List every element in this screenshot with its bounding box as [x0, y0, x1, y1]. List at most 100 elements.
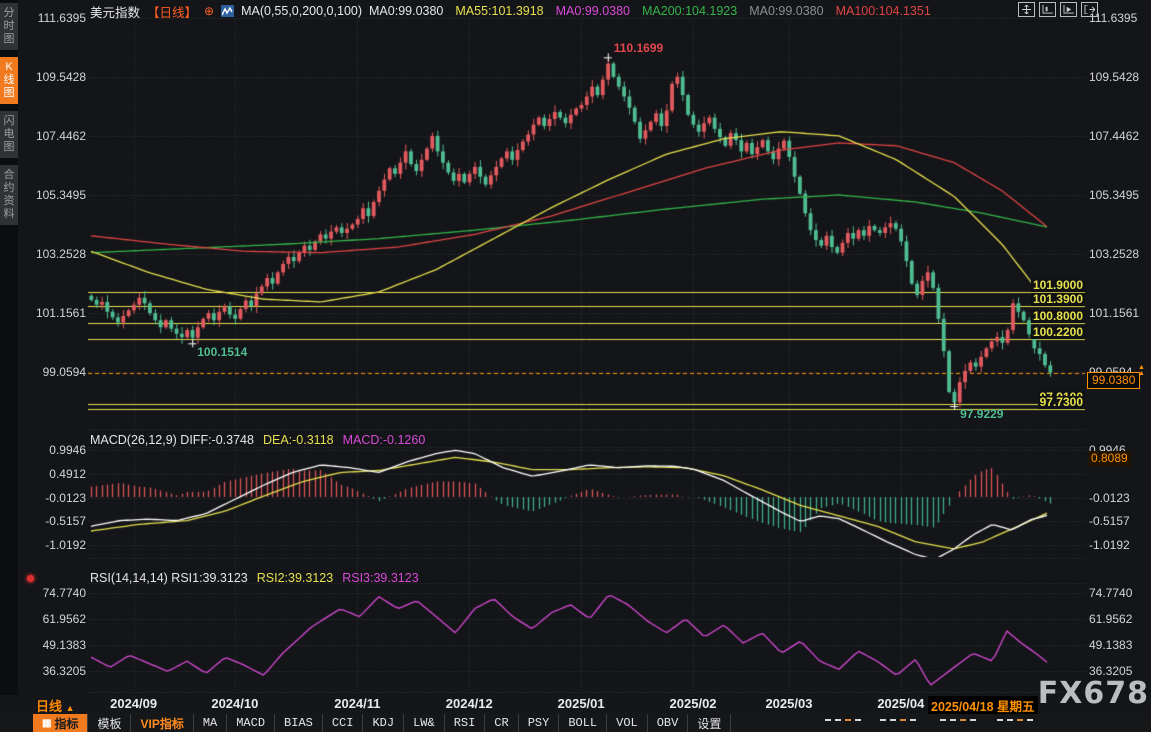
indicator-value-label: RSI2:39.3123 — [257, 571, 333, 585]
month-label: 2025/01 — [558, 696, 605, 711]
current-date-label: 2025/04/18 星期五 — [928, 696, 1038, 715]
toolbar-button-OBV[interactable]: OBV — [648, 714, 689, 732]
indicator-toolbar: ▦指标模板VIP指标MAMACDBIASCCIKDJLW&RSICRPSYBOL… — [0, 714, 1151, 732]
toolbar-button-CCI[interactable]: CCI — [323, 714, 364, 732]
axis-label: 105.3495 — [26, 188, 86, 202]
toolbar-button-指标[interactable]: ▦指标 — [33, 714, 88, 732]
chart-canvas[interactable] — [0, 0, 1151, 732]
macd-header: MACD(26,12,9) DIFF:-0.3748DEA:-0.3118MAC… — [90, 433, 425, 447]
toolbar-button-CR[interactable]: CR — [485, 714, 518, 732]
axis-label: 101.1561 — [1089, 306, 1139, 320]
toolbar-button-RSI[interactable]: RSI — [445, 714, 486, 732]
toolbar-button-模板[interactable]: 模板 — [88, 714, 131, 732]
axis-label: 61.9562 — [1089, 612, 1132, 626]
annotation-sep_low: 100.1514 — [197, 345, 247, 359]
price-up-arrow-icon: ▲▲ — [1138, 365, 1145, 377]
month-label: 2025/02 — [670, 696, 717, 711]
period-selector[interactable]: 日线 ▲ — [36, 696, 75, 715]
last-price-tag: 99.0380 — [1087, 372, 1140, 389]
indicator-value-label: MACD:-0.1260 — [343, 433, 426, 447]
chart-toolbar-icons — [1018, 2, 1098, 17]
period-tag[interactable]: 【日线】 — [147, 2, 197, 21]
axis-label: -1.0192 — [26, 538, 86, 552]
dash-group — [997, 719, 1033, 721]
toolbar-button-设置[interactable]: 设置 — [688, 714, 731, 732]
add-indicator-icon[interactable]: ⊕ — [204, 4, 214, 18]
dash-group — [825, 719, 861, 721]
toolbar-button-VOL[interactable]: VOL — [607, 714, 648, 732]
toolbar-button-KDJ[interactable]: KDJ — [363, 714, 404, 732]
axis-label: 49.1383 — [26, 638, 86, 652]
axis-label: 111.6395 — [26, 11, 86, 25]
axis-label: -0.0123 — [1089, 491, 1130, 505]
toolbar-button-VIP指标[interactable]: VIP指标 — [131, 714, 193, 732]
axis-label: 74.7740 — [26, 586, 86, 600]
ma-legend-item: MA55:101.3918 — [455, 4, 543, 18]
axis-scale-icon[interactable] — [1039, 2, 1056, 17]
ma-legend-item: MA200:104.1923 — [642, 4, 737, 18]
annotation-apr_low: 97.9229 — [960, 407, 1003, 421]
ma-legend-item: MA0:99.0380 — [369, 4, 443, 18]
axis-label: 0.4912 — [26, 467, 86, 481]
axis-label: 109.5428 — [26, 70, 86, 84]
axis-label: 36.3205 — [26, 664, 86, 678]
chart-header: 美元指数 【日线】 ⊕ MA(0,55,0,200,0,100) MA0:99.… — [90, 3, 931, 19]
sidebar-item-闪电图[interactable]: 闪电图 — [0, 111, 18, 158]
annotation-high: 110.1699 — [614, 41, 663, 55]
axis-label: 49.1383 — [1089, 638, 1132, 652]
ma-legend: MA0:99.0380 MA55:101.3918 MA0:99.0380 MA200… — [369, 4, 931, 18]
indicator-value-label: DEA:-0.3118 — [263, 433, 334, 447]
axis-label: 101.1561 — [26, 306, 86, 320]
axis-label: -1.0192 — [1089, 538, 1130, 552]
ma-params-label: MA(0,55,0,200,0,100) — [241, 4, 362, 18]
toolbar-button-PSY[interactable]: PSY — [519, 714, 560, 732]
axis-label: 103.2528 — [1089, 247, 1139, 261]
dash-group — [880, 719, 916, 721]
ma-legend-item: MA0:99.0380 — [556, 4, 630, 18]
axis-label: 0.9946 — [26, 443, 86, 457]
month-label: 2024/11 — [334, 696, 380, 711]
exit-panel-icon[interactable] — [1081, 2, 1098, 17]
indicator-value-label: RSI3:39.3123 — [342, 571, 418, 585]
axis-label: 107.4462 — [26, 129, 86, 143]
toolbar-button-BOLL[interactable]: BOLL — [559, 714, 607, 732]
axis-label: -0.5157 — [1089, 514, 1130, 528]
toolbar-button-MA[interactable]: MA — [194, 714, 227, 732]
indicator-value-label: RSI(14,14,14) RSI1:39.3123 — [90, 571, 248, 585]
month-label: 2024/12 — [446, 696, 493, 711]
axis-label: 105.3495 — [1089, 188, 1139, 202]
level-label: 97.7300 — [1038, 396, 1085, 409]
ma-legend-item: MA0:99.0380 — [749, 4, 823, 18]
axis-label: 61.9562 — [26, 612, 86, 626]
axis-label: 109.5428 — [1089, 70, 1139, 84]
fx678-watermark: FX678 — [1038, 676, 1149, 711]
toolbar-button-MACD[interactable]: MACD — [227, 714, 275, 732]
axis-label: 99.0594 — [26, 365, 86, 379]
month-label: 2024/09 — [110, 696, 157, 711]
toolbar-button-LW&[interactable]: LW& — [404, 714, 445, 732]
instrument-title: 美元指数 — [90, 2, 140, 21]
rsi-header: RSI(14,14,14) RSI1:39.3123 RSI2:39.3123 RS… — [90, 571, 419, 585]
sidebar: 分时图 K线图闪电图合约资料 — [0, 0, 18, 698]
alert-dot-icon — [27, 575, 34, 582]
level-label: 101.9000 — [1031, 279, 1085, 292]
month-label: 2024/10 — [211, 696, 258, 711]
level-label: 101.3900 — [1031, 293, 1085, 306]
move-icon[interactable] — [1018, 2, 1035, 17]
trading-app-window: 分时图 K线图闪电图合约资料 美元指数 【日线】 ⊕ MA(0,55,0,200,… — [0, 0, 1151, 732]
sidebar-item-分时图[interactable]: 分时图 — [0, 3, 18, 50]
axis-label: -0.5157 — [26, 514, 86, 528]
macd-right-tag: 0.8089 — [1088, 451, 1131, 466]
level-label: 100.8000 — [1031, 310, 1085, 323]
sidebar-item-K线图[interactable]: K线图 — [0, 57, 18, 104]
chart-type-icon[interactable] — [221, 5, 234, 17]
axis-label: 107.4462 — [1089, 129, 1139, 143]
date-axis-row: 日线 ▲ 2024/09 2024/10 2024/11 2024/12 2025/01… — [0, 695, 1151, 714]
axis-panel-icon[interactable] — [1060, 2, 1077, 17]
sidebar-item-合约资料[interactable]: 合约资料 — [0, 165, 18, 225]
toolbar-button-BIAS[interactable]: BIAS — [275, 714, 323, 732]
axis-label: 103.2528 — [26, 247, 86, 261]
dash-group — [940, 719, 976, 721]
grid-icon: ▦ — [42, 718, 51, 729]
month-label: 2025/04 — [877, 696, 924, 711]
